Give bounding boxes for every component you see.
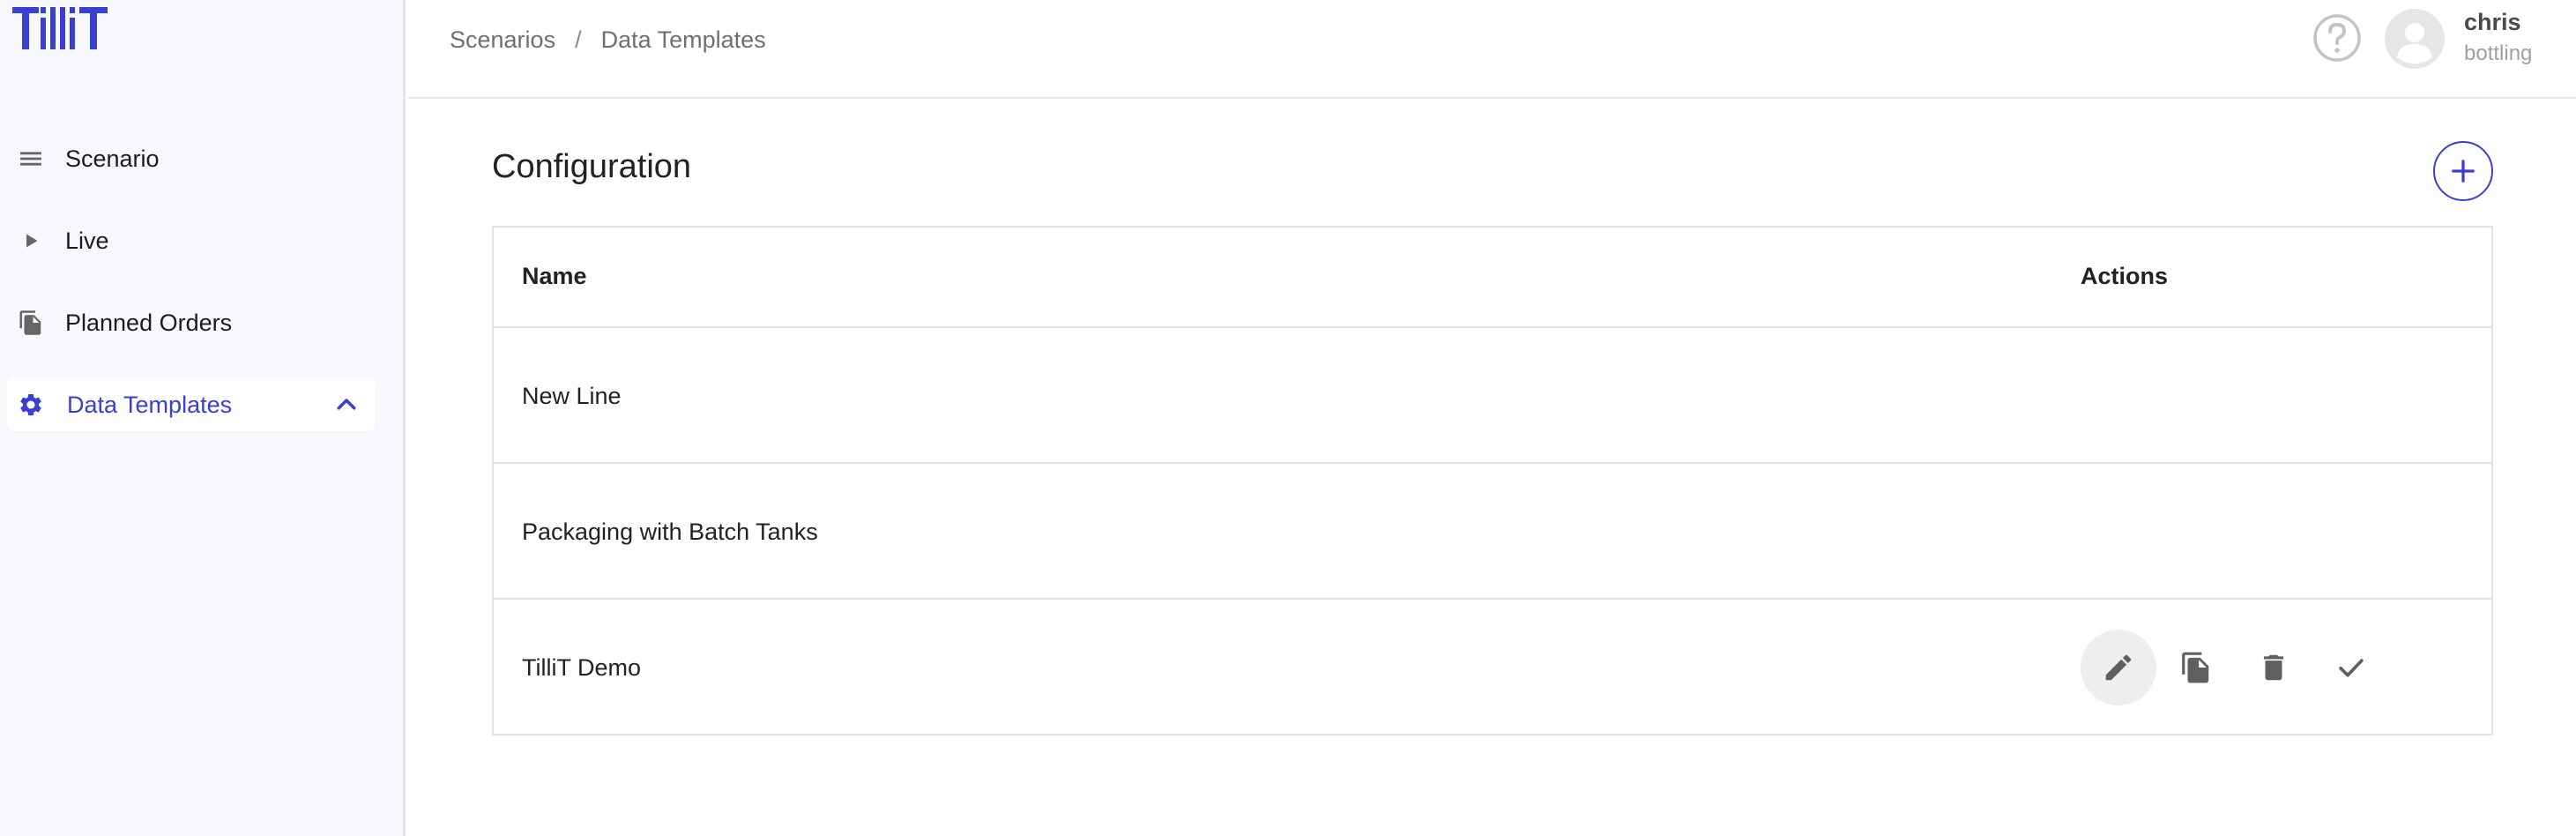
sidebar-item-label: Scenario [65,145,160,172]
table-header: Name Actions [494,228,2491,328]
table-row[interactable]: New Line [494,328,2491,464]
gear-icon [18,392,44,418]
template-name: TilliT Demo [522,654,642,681]
delete-icon [2263,654,2284,681]
column-header-name: Name [522,263,587,289]
check-icon [2339,659,2364,677]
play-icon [18,228,44,254]
table-row[interactable]: TilliT Demo [494,600,2491,734]
breadcrumb: Scenarios / Data Templates [450,26,766,54]
page-title: Configuration [492,148,692,185]
template-name: New Line [522,383,622,409]
sidebar-item-label: Data Templates [67,391,233,418]
sidebar-item-data-templates[interactable]: Data Templates [7,378,376,431]
row-actions [2081,630,2389,705]
sidebar-item-label: Planned Orders [65,309,233,336]
table-row[interactable]: Packaging with Batch Tanks [494,464,2491,600]
sidebar-item-planned-orders[interactable]: Planned Orders [7,296,376,349]
tillit-logo[interactable] [12,5,118,53]
breadcrumb-scenarios-link[interactable]: Scenarios [450,26,555,54]
sidebar-item-scenario[interactable]: Scenario [7,132,376,185]
templates-table: Name Actions New Line Packaging with Bat… [492,226,2493,735]
duplicate-button[interactable] [2158,630,2234,705]
sidebar-item-label: Live [65,227,109,254]
sidebar-item-live[interactable]: Live [7,214,376,267]
copy-icon [2182,652,2209,683]
column-header-actions: Actions [2081,263,2169,289]
sidebar-nav: Scenario Live Planned Orders Data Templa… [7,132,376,460]
add-template-button[interactable] [2433,141,2493,201]
documents-icon [18,310,44,336]
user-org: bottling [2464,41,2533,65]
edit-icon [2105,654,2132,681]
template-name: Packaging with Batch Tanks [522,519,818,545]
list-icon [18,146,44,172]
help-icon[interactable] [2312,12,2363,63]
top-header: Scenarios / Data Templates chris bottlin… [408,0,2576,99]
chevron-up-icon[interactable] [333,392,360,418]
breadcrumb-separator: / [575,26,582,53]
sidebar: Scenario Live Planned Orders Data Templa… [0,0,406,836]
avatar[interactable] [2385,9,2445,69]
breadcrumb-current: Data Templates [600,26,766,53]
select-button[interactable] [2313,630,2389,705]
user-name: chris [2464,9,2521,35]
edit-button[interactable] [2081,630,2156,705]
user-info[interactable]: chris bottling [2464,9,2532,66]
delete-button[interactable] [2236,630,2312,705]
plus-icon [2452,160,2475,183]
